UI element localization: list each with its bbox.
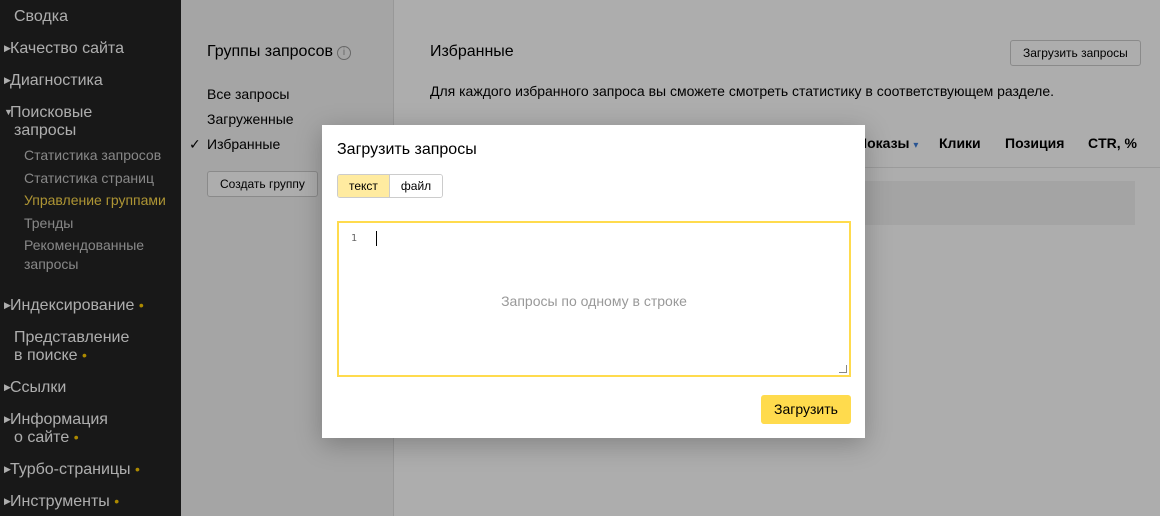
line-number: 1 xyxy=(351,233,358,244)
upload-queries-dialog: Загрузить запросы текст файл 1 Запросы п… xyxy=(322,125,865,438)
submit-button[interactable]: Загрузить xyxy=(761,395,851,424)
tab-file[interactable]: файл xyxy=(389,175,443,197)
dialog-title: Загрузить запросы xyxy=(337,141,477,158)
queries-textarea[interactable]: 1 Запросы по одному в строке xyxy=(337,221,851,377)
input-mode-toggle: текст файл xyxy=(337,174,444,198)
tab-text[interactable]: текст xyxy=(338,175,390,197)
textarea-placeholder: Запросы по одному в строке xyxy=(501,293,687,309)
text-cursor xyxy=(376,231,377,246)
resize-grip-icon[interactable] xyxy=(839,365,847,373)
